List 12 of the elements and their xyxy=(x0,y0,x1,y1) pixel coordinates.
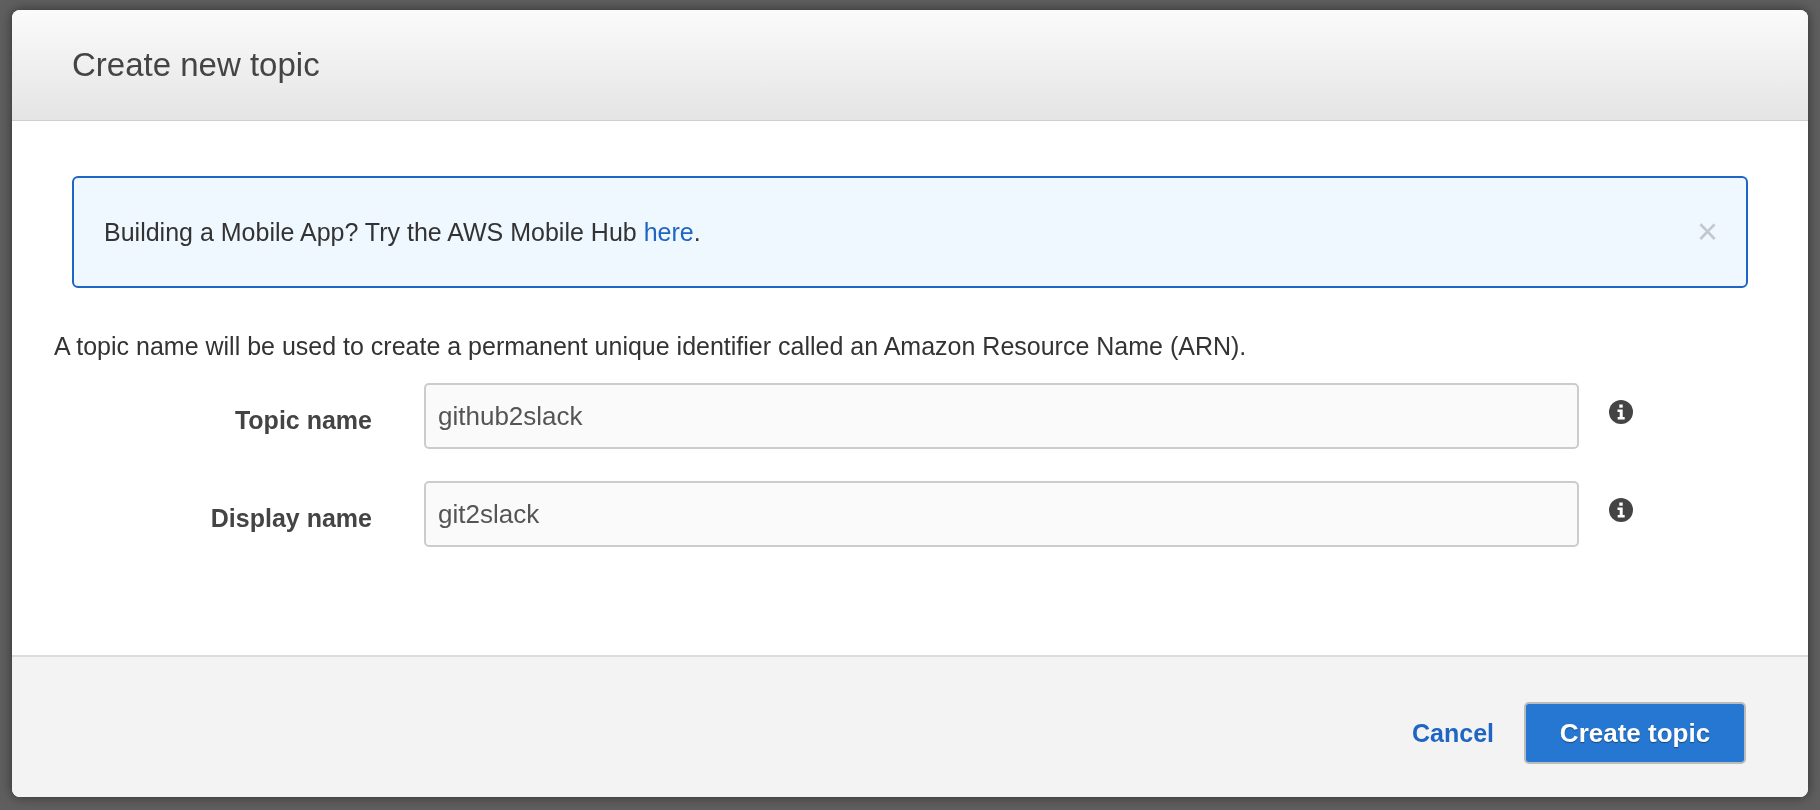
field-label: Topic name xyxy=(233,405,372,435)
dialog-title: Create new topic xyxy=(72,46,320,84)
info-icon xyxy=(1609,400,1633,424)
here-link[interactable]: here xyxy=(643,217,694,246)
field-label: Display name xyxy=(209,503,372,533)
cancel-button[interactable]: Cancel xyxy=(1412,718,1494,748)
info-icon xyxy=(1609,498,1633,522)
input-field[interactable]: github2slack xyxy=(424,383,1579,449)
description-text: A topic name will be used to create a permanent unique identifier called an Amazon Resource Name (ARN). xyxy=(54,332,1248,361)
notice-text: Building a Mobile App? Try the AWS Mobile Hub here. xyxy=(104,217,701,247)
input-field[interactable]: git2slack xyxy=(424,481,1579,547)
create-topic-button[interactable]: Create topic xyxy=(1524,702,1746,764)
